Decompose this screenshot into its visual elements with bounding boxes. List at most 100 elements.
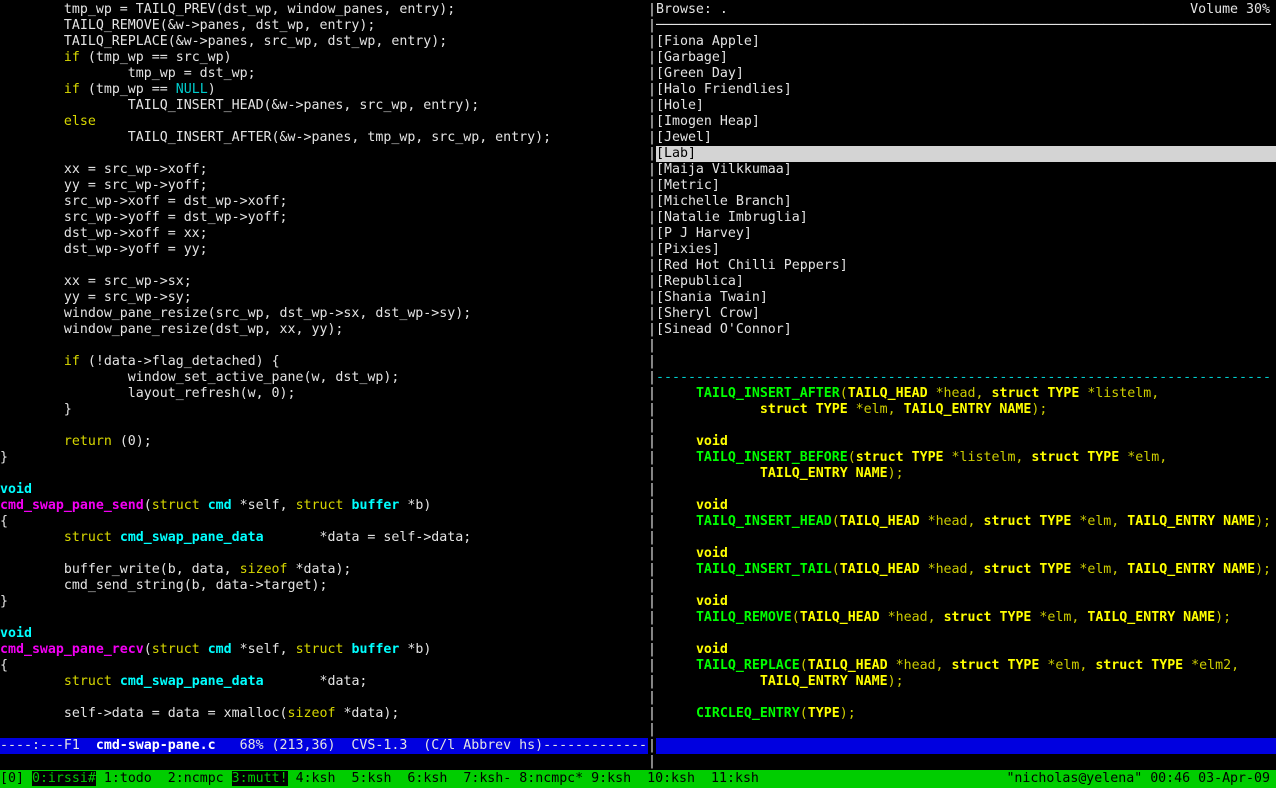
tmux-window-2[interactable]: 2:ncmpc [168,771,224,786]
pane-divider-glyph: | [648,738,656,754]
code-line: dst_wp->xoff = xx; [0,226,648,242]
code-line [0,258,648,274]
ncmpc-volume-label: Volume 30% [1190,2,1270,18]
artist-label: [Republica] [656,274,744,289]
terminal-screen: tmp_wp = TAILQ_PREV(dst_wp, window_panes… [0,0,1276,788]
pane-divider-glyph: | [648,130,656,146]
tmux-window-separator [631,771,647,786]
tmux-window-separator [447,771,463,786]
pane-divider-glyph: | [648,674,656,690]
artist-item[interactable]: [Natalie Imbruglia] [656,210,1276,226]
tmux-window-9[interactable]: 9:ksh [591,771,631,786]
tmux-window-0[interactable]: 0:irssi# [32,771,96,786]
artist-item[interactable]: [Republica] [656,274,1276,290]
tmux-window-separator [695,771,711,786]
code-line: dst_wp->yoff = yy; [0,242,648,258]
pane-divider-glyph: | [648,162,656,178]
artist-label: [Hole] [656,98,704,113]
artist-label: [Metric] [656,178,720,193]
artist-item[interactable]: [Halo Friendlies] [656,82,1276,98]
pane-divider-glyph: | [648,530,656,546]
pane-divider-glyph: | [648,194,656,210]
emacs-code-pane[interactable]: tmp_wp = TAILQ_PREV(dst_wp, window_panes… [0,2,648,738]
artist-item[interactable]: [Maija Vilkkumaa] [656,162,1276,178]
code-line: yy = src_wp->sy; [0,290,648,306]
code-line: { [0,514,648,530]
artist-item[interactable]: [Pixies] [656,242,1276,258]
man-line: TAILQ_INSERT_TAIL(TAILQ_HEAD *head, stru… [656,562,1276,578]
code-line: window_pane_resize(dst_wp, xx, yy); [0,322,648,338]
pane-divider-glyph: | [648,482,656,498]
code-line: self->data = data = xmalloc(sizeof *data… [0,706,648,722]
ncmpc-artist-list: [Fiona Apple][Garbage][Green Day][Halo F… [656,34,1276,338]
artist-item[interactable]: [Green Day] [656,66,1276,82]
pane-divider-glyph: | [648,210,656,226]
man-line: TAILQ_INSERT_AFTER(TAILQ_HEAD *head, str… [656,386,1276,402]
tmux-window-6[interactable]: 6:ksh [407,771,447,786]
artist-item[interactable]: [Hole] [656,98,1276,114]
pane-divider-glyph: | [648,226,656,242]
pane-divider-glyph: | [648,98,656,114]
tmux-session-label: [0] [0,771,32,786]
code-line [0,466,648,482]
tmux-pane-divider[interactable]: ||||||||||||||||||||||||||||||||||||||||… [648,2,656,770]
code-line: { [0,658,648,674]
ncmpc-progress-bar[interactable]: =======O────────────────────────────────… [656,338,1276,354]
artist-label: [Lab] [656,146,696,161]
tmux-window-3[interactable]: 3:mutt! [232,771,288,786]
tmux-window-5[interactable]: 5:ksh [352,771,392,786]
man-line: void [656,594,1276,610]
tmux-window-separator [224,771,232,786]
modeline-segment: 68% (213,36) CVS-1.3 (C/l Abbrev hs)----… [216,738,647,753]
pane-divider-glyph: | [648,498,656,514]
tmux-window-8[interactable]: 8:ncmpc* [519,771,583,786]
artist-label: [Imogen Heap] [656,114,760,129]
pane-divider-glyph: | [648,322,656,338]
tmux-window-10[interactable]: 10:ksh [647,771,695,786]
tmux-window-4[interactable]: 4:ksh [296,771,336,786]
pane-divider-glyph: | [648,722,656,738]
artist-label: [Red Hot Chilli Peppers] [656,258,848,273]
pane-divider-glyph: | [648,514,656,530]
artist-item[interactable]: [Sinead O'Connor] [656,322,1276,338]
code-line: struct cmd_swap_pane_data *data = self->… [0,530,648,546]
artist-item[interactable]: [P J Harvey] [656,226,1276,242]
pane-divider-glyph: | [648,434,656,450]
artist-item[interactable]: [Jewel] [656,130,1276,146]
artist-item[interactable]: [Fiona Apple] [656,34,1276,50]
man-line: TAILQ_ENTRY NAME); [656,674,1276,690]
artist-item[interactable]: [Sheryl Crow] [656,306,1276,322]
tmux-window-1[interactable]: 1:todo [104,771,152,786]
pane-divider-glyph: | [648,354,656,370]
man-line [656,626,1276,642]
tmux-window-7[interactable]: 7:ksh- [463,771,511,786]
artist-item[interactable]: [Imogen Heap] [656,114,1276,130]
artist-item[interactable]: [Garbage] [656,50,1276,66]
artist-item[interactable]: [Metric] [656,178,1276,194]
man-line: void [656,546,1276,562]
man-line: struct TYPE *elm, TAILQ_ENTRY NAME); [656,402,1276,418]
artist-item-selected[interactable]: [Lab] [656,146,1276,162]
man-line [656,690,1276,706]
tmux-window-11[interactable]: 11:ksh [711,771,759,786]
man-line [656,418,1276,434]
artist-item[interactable]: [Red Hot Chilli Peppers] [656,258,1276,274]
tmux-window-list: [0] 0:irssi# 1:todo 2:ncmpc 3:mutt! 4:ks… [0,771,759,787]
code-line: window_pane_resize(src_wp, dst_wp->sx, d… [0,306,648,322]
artist-label: [Shania Twain] [656,290,768,305]
man-line: TAILQ_REPLACE(TAILQ_HEAD *head, struct T… [656,658,1276,674]
tmux-window-separator [152,771,168,786]
artist-label: [Natalie Imbruglia] [656,210,808,225]
ncmpc-now-playing: Playing: g - 01 - Girlfriend (Clean Edit… [656,354,1276,370]
pane-divider-glyph: | [648,290,656,306]
artist-item[interactable]: [Michelle Branch] [656,194,1276,210]
man-page-content[interactable]: TAILQ_INSERT_AFTER(TAILQ_HEAD *head, str… [656,386,1276,738]
man-line: void [656,434,1276,450]
artist-item[interactable]: [Shania Twain] [656,290,1276,306]
code-line: return (0); [0,434,648,450]
man-line [656,530,1276,546]
artist-label: [Halo Friendlies] [656,82,792,97]
pane-divider-glyph: | [648,642,656,658]
pane-divider-glyph: | [648,370,656,386]
code-line: if (tmp_wp == NULL) [0,82,648,98]
